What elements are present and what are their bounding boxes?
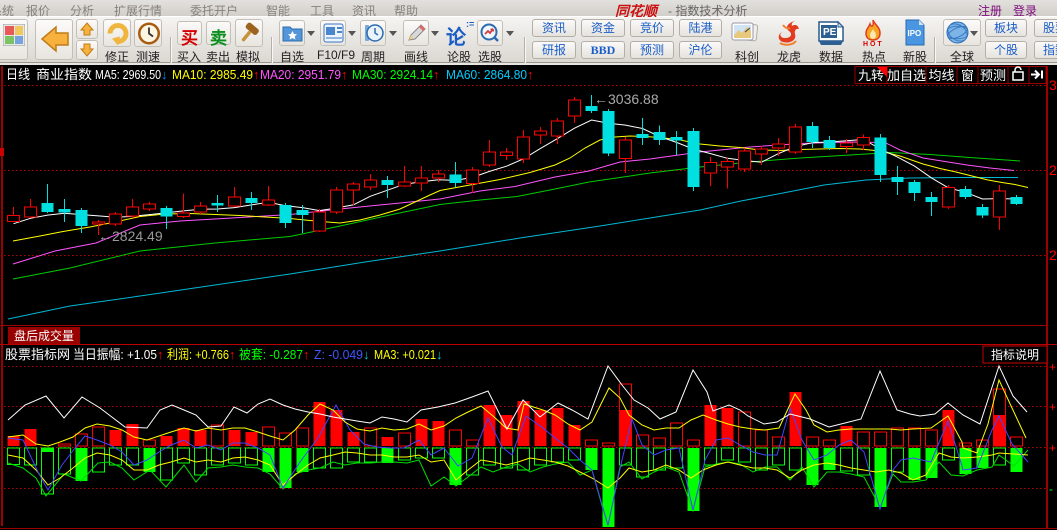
svg-text:-: -: [1049, 482, 1053, 496]
svg-text:被套: -0.287: 被套: -0.287: [239, 347, 303, 362]
svg-text:+: +: [1049, 441, 1056, 455]
svg-text:+: +: [1049, 400, 1056, 414]
svg-text:↑: ↑: [229, 347, 236, 362]
svg-text:盘后成交量: 盘后成交量: [14, 328, 74, 343]
svg-text:日线: 日线: [6, 67, 30, 82]
svg-text:↓: ↓: [436, 347, 443, 362]
svg-text:2: 2: [1049, 247, 1057, 263]
svg-text:↑: ↑: [341, 67, 348, 82]
svg-text:←3036.88: ←3036.88: [594, 91, 659, 107]
svg-text:↑: ↑: [527, 67, 534, 82]
svg-text:↓: ↓: [161, 67, 168, 82]
svg-text:↑: ↑: [303, 347, 310, 362]
svg-text:3: 3: [1049, 77, 1057, 93]
svg-text:+: +: [1049, 360, 1056, 374]
svg-text:商业指数: 商业指数: [36, 67, 92, 82]
svg-text:↑: ↑: [253, 67, 260, 82]
svg-text:股票指标网: 股票指标网: [5, 347, 70, 362]
svg-text:←2824.49: ←2824.49: [98, 228, 163, 244]
svg-text:MA20: 2951.79: MA20: 2951.79: [260, 67, 341, 82]
svg-text:预测: 预测: [980, 68, 1006, 83]
svg-text:利润: +0.766: 利润: +0.766: [167, 347, 229, 362]
svg-text:窗: 窗: [961, 68, 974, 83]
svg-text:当日振幅: +1.05: 当日振幅: +1.05: [73, 347, 157, 362]
svg-text:MA10: 2985.49: MA10: 2985.49: [172, 67, 253, 82]
svg-text:Z: -0.049: Z: -0.049: [314, 347, 363, 362]
svg-text:MA30: 2924.14: MA30: 2924.14: [352, 67, 433, 82]
svg-text:↑: ↑: [157, 347, 164, 362]
svg-text:↑: ↑: [433, 67, 440, 82]
svg-text:MA60: 2864.80: MA60: 2864.80: [446, 67, 527, 82]
svg-text:指标说明: 指标说明: [991, 347, 1039, 362]
svg-text:加自选: 加自选: [887, 68, 926, 83]
svg-text:均线: 均线: [928, 68, 954, 83]
svg-text:2: 2: [1049, 162, 1057, 178]
svg-text:MA5: 2969.50: MA5: 2969.50: [95, 67, 161, 82]
svg-text:MA3: +0.021: MA3: +0.021: [374, 347, 436, 362]
svg-text:九转: 九转: [858, 68, 884, 83]
svg-text:↓: ↓: [363, 347, 370, 362]
